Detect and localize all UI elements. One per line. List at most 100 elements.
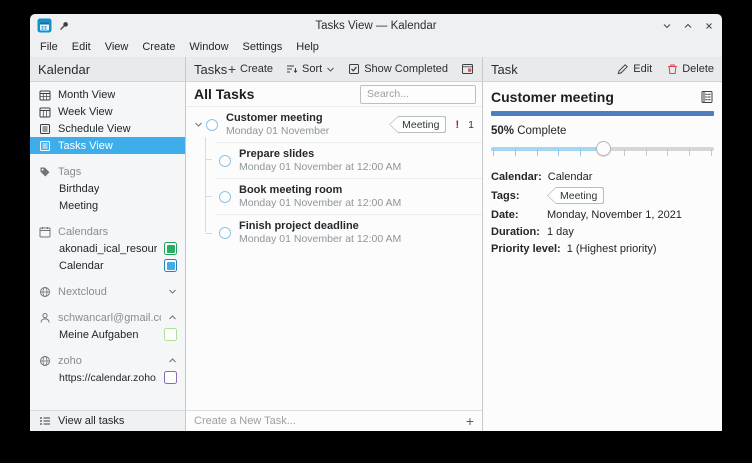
panel-close-icon: [461, 63, 474, 75]
task-detail-panel: Task Edit Delete Customer meeting: [483, 57, 722, 431]
sidebar-header: Kalendar: [30, 57, 185, 82]
all-tasks-title: All Tasks: [194, 86, 254, 102]
close-button[interactable]: [703, 20, 715, 32]
task-row-subtask[interactable]: Prepare slides Monday 01 November at 12:…: [215, 142, 482, 178]
add-task-plus-icon[interactable]: +: [466, 413, 474, 429]
plus-icon: +: [228, 64, 236, 74]
menu-window[interactable]: Window: [182, 38, 235, 56]
list-bullets-icon: [39, 415, 51, 427]
sidebar-section-calendars[interactable]: Calendars: [30, 223, 185, 240]
priority-flag-icon: !: [455, 119, 459, 131]
task-complete-circle[interactable]: [219, 155, 231, 167]
menu-create[interactable]: Create: [135, 38, 182, 56]
calendar-month-icon: [39, 89, 51, 101]
task-list: Customer meeting Monday 01 November Meet…: [186, 107, 482, 410]
create-button[interactable]: + Create: [228, 63, 273, 75]
sidebar-tag-birthday[interactable]: Birthday: [30, 180, 185, 197]
tasks-list-icon: [39, 140, 51, 152]
task-row-subtask[interactable]: Book meeting room Monday 01 November at …: [215, 178, 482, 214]
task-date: Monday 01 November: [226, 125, 329, 138]
create-new-task-field[interactable]: Create a New Task... +: [186, 410, 482, 431]
menu-file[interactable]: File: [33, 38, 65, 56]
field-tags: Tags: Meeting: [491, 187, 714, 204]
sidebar-tag-meeting[interactable]: Meeting: [30, 197, 185, 214]
schedule-list-icon: [39, 123, 51, 135]
calendars-icon: [39, 226, 51, 238]
sidebar-account-gmail[interactable]: schwancarl@gmail.com: [30, 309, 185, 326]
sidebar-item-month-view[interactable]: Month View: [30, 86, 185, 103]
task-detail-content: Customer meeting 50% Complete: [483, 82, 722, 431]
chevron-up-icon: [168, 313, 177, 322]
titlebar[interactable]: Tasks View — Kalendar: [30, 14, 722, 37]
globe-icon: [39, 286, 51, 298]
priority-value: 1: [468, 119, 474, 131]
pin-icon[interactable]: [58, 20, 70, 32]
sidebar: Kalendar Month View Week View Schedule V…: [30, 57, 185, 431]
field-duration: Duration: 1 day: [491, 225, 714, 238]
tag-icon: [39, 166, 51, 178]
menu-settings[interactable]: Settings: [236, 38, 290, 56]
progress-slider[interactable]: [491, 141, 714, 158]
calendar-color-bar: [491, 111, 714, 116]
view-all-tasks-button[interactable]: View all tasks: [30, 410, 185, 431]
detail-title: Customer meeting: [491, 89, 614, 105]
sidebar-item-week-view[interactable]: Week View: [30, 103, 185, 120]
edit-button[interactable]: Edit: [617, 63, 652, 75]
delete-button[interactable]: Delete: [667, 63, 714, 75]
trash-icon: [667, 63, 678, 75]
task-complete-circle[interactable]: [219, 191, 231, 203]
slider-handle[interactable]: [596, 141, 611, 156]
sidebar-account-nextcloud[interactable]: Nextcloud: [30, 283, 185, 300]
meeting-tag-chip: Meeting: [389, 116, 446, 133]
menu-edit[interactable]: Edit: [65, 38, 98, 56]
menubar: File Edit View Create Window Settings He…: [30, 37, 722, 57]
checked-box-icon: [348, 63, 360, 75]
meine-aufgaben-checkbox[interactable]: [164, 328, 177, 341]
kalendar-app-icon: [37, 18, 52, 33]
menu-view[interactable]: View: [98, 38, 136, 56]
task-complete-circle[interactable]: [206, 119, 218, 131]
collapse-chevron-icon[interactable]: [192, 120, 204, 129]
sidebar-item-tasks-view[interactable]: Tasks View: [30, 137, 185, 154]
task-row-parent[interactable]: Customer meeting Monday 01 November Meet…: [186, 107, 482, 142]
task-complete-circle[interactable]: [219, 227, 231, 239]
task-title: Customer meeting: [226, 111, 329, 125]
task-detail-header: Task Edit Delete: [483, 57, 722, 82]
tasks-panel: Tasks + Create Sort Show Completed: [185, 57, 483, 431]
sidebar-section-tags[interactable]: Tags: [30, 163, 185, 180]
menu-help[interactable]: Help: [289, 38, 326, 56]
tasks-panel-header: Tasks + Create Sort Show Completed: [186, 57, 482, 82]
subtask-group: Prepare slides Monday 01 November at 12:…: [186, 142, 482, 250]
zoho-calendar-checkbox[interactable]: [164, 371, 177, 384]
meeting-tag-chip: Meeting: [547, 187, 604, 204]
sidebar-list: Month View Week View Schedule View Tasks…: [30, 82, 185, 410]
toggle-task-view-button[interactable]: [461, 63, 474, 75]
tasks-list-header: All Tasks: [186, 82, 482, 107]
field-calendar: Calendar: Calendar: [491, 170, 714, 183]
chevron-down-icon: [168, 287, 177, 296]
chevron-up-icon: [168, 356, 177, 365]
show-completed-button[interactable]: Show Completed: [348, 63, 448, 75]
sort-icon: [286, 63, 298, 75]
sidebar-calendar-akonadi[interactable]: akonadi_ical_resource_17: [30, 240, 185, 257]
sidebar-calendar-calendar[interactable]: Calendar: [30, 257, 185, 274]
person-icon: [39, 312, 51, 324]
chevron-down-icon: [326, 65, 335, 74]
globe-icon: [39, 355, 51, 367]
detail-fields: Calendar: Calendar Tags: Meeting Date: M…: [491, 170, 714, 255]
calendar-week-icon: [39, 106, 51, 118]
sidebar-item-schedule-view[interactable]: Schedule View: [30, 120, 185, 137]
journal-icon: [700, 90, 714, 104]
sidebar-calendar-meine-aufgaben[interactable]: Meine Aufgaben: [30, 326, 185, 343]
akonadi-calendar-checkbox[interactable]: [164, 242, 177, 255]
search-input[interactable]: [360, 85, 476, 104]
minimize-button[interactable]: [661, 20, 673, 32]
sort-button[interactable]: Sort: [286, 63, 335, 75]
calendar-checkbox[interactable]: [164, 259, 177, 272]
maximize-button[interactable]: [682, 20, 694, 32]
task-row-subtask[interactable]: Finish project deadline Monday 01 Novemb…: [215, 214, 482, 250]
sidebar-account-zoho[interactable]: zoho: [30, 352, 185, 369]
window-title: Tasks View — Kalendar: [130, 20, 622, 32]
sidebar-calendar-zoho-url[interactable]: https://calendar.zoho.eu/caldav/b...: [30, 369, 185, 386]
field-priority: Priority level: 1 (Highest priority): [491, 242, 714, 255]
